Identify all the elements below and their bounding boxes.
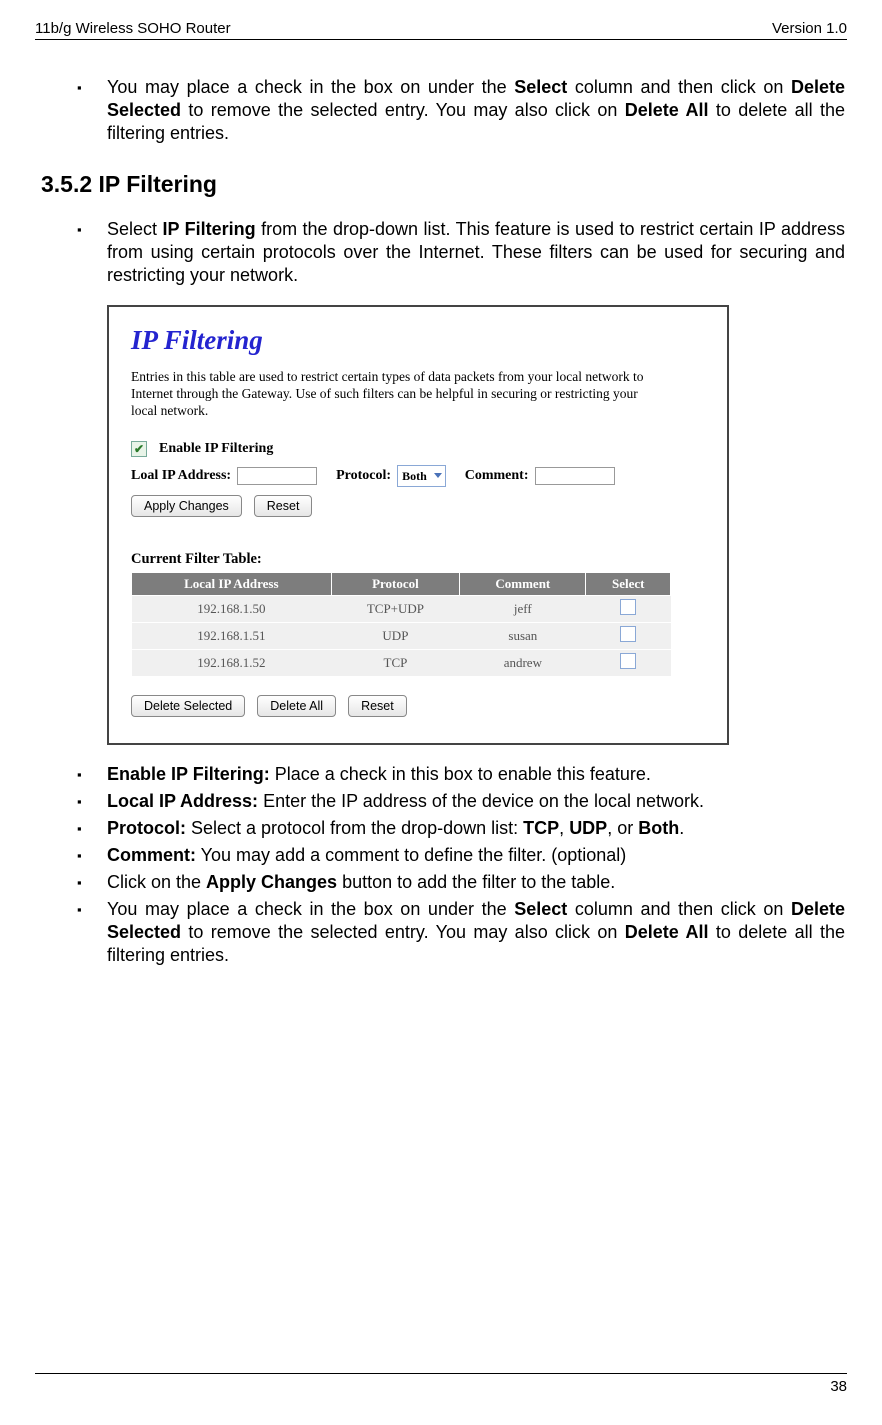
bullet-icon: ▪ [77,218,107,287]
delete-all-button[interactable]: Delete All [257,695,336,717]
th-local-ip: Local IP Address [132,573,332,596]
bullet-local-ip: ▪ Local IP Address: Enter the IP address… [77,790,845,813]
bullet-intro: ▪ Select IP Filtering from the drop-down… [77,218,845,287]
th-comment: Comment [460,573,586,596]
comment-input[interactable] [535,467,615,485]
bullet-top-text: You may place a check in the box on unde… [107,76,845,145]
delete-selected-button[interactable]: Delete Selected [131,695,245,717]
protocol-select[interactable]: Both [397,465,446,487]
table-header-row: Local IP Address Protocol Comment Select [132,573,671,596]
comment-label: Comment: [465,468,529,484]
local-ip-label: Loal IP Address: [131,468,231,484]
row-select-checkbox[interactable] [620,653,636,669]
filter-table-title: Current Filter Table: [131,551,705,568]
ip-filtering-panel: IP Filtering Entries in this table are u… [107,305,729,745]
reset-button-2[interactable]: Reset [348,695,407,717]
header-left: 11b/g Wireless SOHO Router [35,20,231,37]
bullet-top: ▪ You may place a check in the box on un… [77,76,845,145]
enable-ip-filtering-label: Enable IP Filtering [159,441,273,457]
bullet-comment: ▪ Comment: You may add a comment to defi… [77,844,845,867]
protocol-label: Protocol: [336,468,391,484]
th-protocol: Protocol [331,573,460,596]
local-ip-input[interactable] [237,467,317,485]
apply-changes-button[interactable]: Apply Changes [131,495,242,517]
filter-table: Local IP Address Protocol Comment Select… [131,572,671,677]
table-row: 192.168.1.52 TCP andrew [132,650,671,677]
section-heading: 3.5.2 IP Filtering [41,171,845,198]
row-select-checkbox[interactable] [620,599,636,615]
bullet-delete: ▪ You may place a check in the box on un… [77,898,845,967]
bullet-icon: ▪ [77,871,107,894]
page-number: 38 [830,1378,847,1395]
bullet-icon: ▪ [77,898,107,967]
table-row: 192.168.1.50 TCP+UDP jeff [132,596,671,623]
reset-button[interactable]: Reset [254,495,313,517]
bullet-enable: ▪ Enable IP Filtering: Place a check in … [77,763,845,786]
bullet-icon: ▪ [77,844,107,867]
row-select-checkbox[interactable] [620,626,636,642]
enable-ip-filtering-checkbox[interactable]: ✔ [131,441,147,457]
panel-title: IP Filtering [131,325,705,356]
table-row: 192.168.1.51 UDP susan [132,623,671,650]
bullet-intro-text: Select IP Filtering from the drop-down l… [107,218,845,287]
th-select: Select [586,573,671,596]
page-header: 11b/g Wireless SOHO Router Version 1.0 [35,20,847,40]
bullet-icon: ▪ [77,76,107,145]
page-footer: 38 [35,1373,847,1395]
bullet-icon: ▪ [77,763,107,786]
bullet-icon: ▪ [77,790,107,813]
panel-description: Entries in this table are used to restri… [131,368,661,419]
header-right: Version 1.0 [772,20,847,37]
bullet-protocol: ▪ Protocol: Select a protocol from the d… [77,817,845,840]
bullet-apply: ▪ Click on the Apply Changes button to a… [77,871,845,894]
bullet-icon: ▪ [77,817,107,840]
